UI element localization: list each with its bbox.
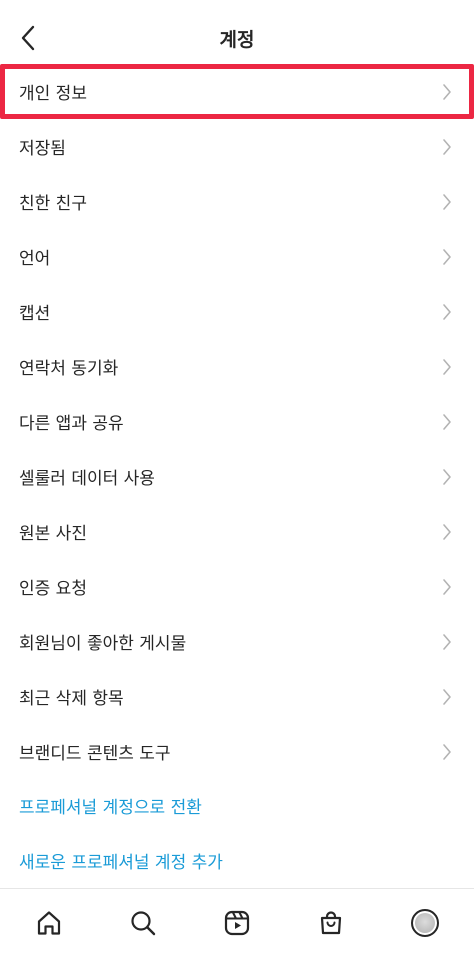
settings-list: 개인 정보 저장됨 친한 친구 언어 캡션 연락처 동기화 다른 앱과 공유 셀… xyxy=(0,64,474,779)
menu-item-label: 언어 xyxy=(19,249,51,269)
chevron-right-icon xyxy=(443,688,451,705)
menu-item-close-friends[interactable]: 친한 친구 xyxy=(0,174,474,229)
menu-item-label: 브랜디드 콘텐츠 도구 xyxy=(19,744,171,764)
menu-item-label: 셀룰러 데이터 사용 xyxy=(19,469,155,489)
menu-item-label: 캡션 xyxy=(19,304,51,324)
menu-item-label: 인증 요청 xyxy=(19,579,87,599)
bottom-nav xyxy=(0,888,474,962)
chevron-right-icon xyxy=(443,303,451,320)
chevron-left-icon xyxy=(21,25,35,51)
nav-shop-button[interactable] xyxy=(311,903,351,943)
chevron-right-icon xyxy=(443,633,451,650)
nav-reels-button[interactable] xyxy=(217,903,257,943)
chevron-right-icon xyxy=(443,358,451,375)
menu-item-original-photos[interactable]: 원본 사진 xyxy=(0,504,474,559)
chevron-right-icon xyxy=(443,468,451,485)
reels-icon xyxy=(224,910,250,936)
chevron-right-icon xyxy=(443,83,451,100)
chevron-right-icon xyxy=(443,743,451,760)
page-title: 계정 xyxy=(219,28,255,51)
menu-item-contact-sync[interactable]: 연락처 동기화 xyxy=(0,339,474,394)
search-icon xyxy=(131,911,156,936)
switch-professional-link[interactable]: 프로페셔널 계정으로 전환 xyxy=(19,793,202,818)
menu-item-liked-posts[interactable]: 회원님이 좋아한 게시물 xyxy=(0,614,474,669)
chevron-right-icon xyxy=(443,523,451,540)
menu-item-personal-info[interactable]: 개인 정보 xyxy=(0,64,474,119)
chevron-right-icon xyxy=(443,193,451,210)
menu-item-request-verification[interactable]: 인증 요청 xyxy=(0,559,474,614)
menu-item-share-other-apps[interactable]: 다른 앱과 공유 xyxy=(0,394,474,449)
chevron-right-icon xyxy=(443,248,451,265)
back-button[interactable] xyxy=(10,20,46,56)
menu-item-label: 다른 앱과 공유 xyxy=(19,414,124,434)
chevron-right-icon xyxy=(443,138,451,155)
avatar xyxy=(411,909,439,937)
home-icon xyxy=(37,911,61,935)
menu-item-cellular-data[interactable]: 셀룰러 데이터 사용 xyxy=(0,449,474,504)
chevron-right-icon xyxy=(443,578,451,595)
menu-item-branded-content[interactable]: 브랜디드 콘텐츠 도구 xyxy=(0,724,474,779)
chevron-right-icon xyxy=(443,413,451,430)
nav-search-button[interactable] xyxy=(123,903,163,943)
menu-item-label: 친한 친구 xyxy=(19,194,87,214)
add-professional-link[interactable]: 새로운 프로페셔널 계정 추가 xyxy=(19,848,223,873)
menu-item-language[interactable]: 언어 xyxy=(0,229,474,284)
nav-home-button[interactable] xyxy=(29,903,69,943)
menu-item-label: 저장됨 xyxy=(19,139,66,159)
menu-item-recently-deleted[interactable]: 최근 삭제 항목 xyxy=(0,669,474,724)
menu-item-label: 개인 정보 xyxy=(19,84,87,104)
menu-item-label: 원본 사진 xyxy=(19,524,87,544)
menu-item-label: 연락처 동기화 xyxy=(19,359,119,379)
nav-profile-button[interactable] xyxy=(405,903,445,943)
menu-item-label: 최근 삭제 항목 xyxy=(19,689,124,709)
menu-item-label: 회원님이 좋아한 게시물 xyxy=(19,634,187,654)
menu-item-saved[interactable]: 저장됨 xyxy=(0,119,474,174)
menu-item-captions[interactable]: 캡션 xyxy=(0,284,474,339)
shopping-bag-icon xyxy=(320,911,342,935)
